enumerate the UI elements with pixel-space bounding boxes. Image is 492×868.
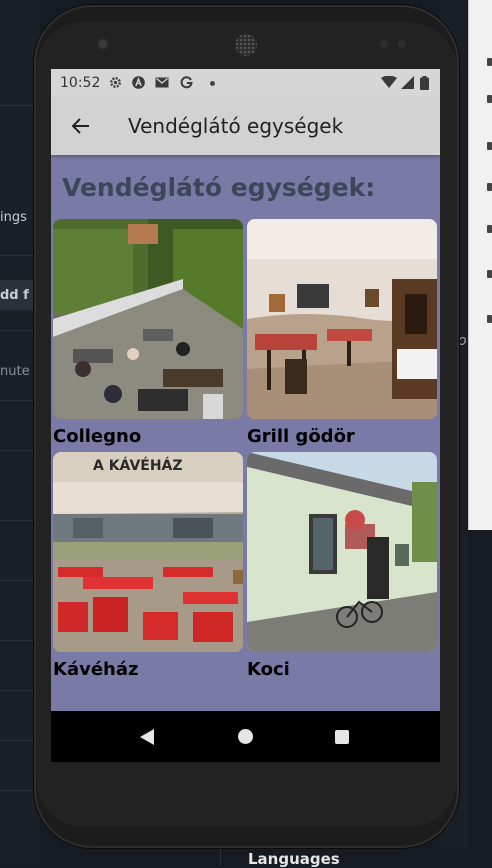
g-icon — [180, 76, 193, 89]
place-photo[interactable] — [247, 219, 437, 419]
ide-panel-icon[interactable] — [487, 315, 492, 323]
place-name: Koci — [247, 659, 290, 680]
front-camera — [97, 38, 109, 50]
ide-right-panel — [468, 0, 492, 530]
proximity-sensor — [380, 40, 388, 48]
kavehaz-terrace-photo — [53, 452, 243, 652]
navigation-bar — [51, 711, 440, 762]
gear-icon — [109, 76, 122, 89]
status-time: 10:52 — [60, 75, 101, 91]
nav-home-icon[interactable] — [238, 729, 253, 744]
nav-back-icon[interactable] — [140, 729, 154, 745]
a-circle-icon — [132, 76, 145, 89]
ide-panel-icon[interactable] — [487, 270, 492, 278]
earpiece-speaker — [235, 34, 257, 56]
ide-panel-icon[interactable] — [487, 183, 492, 191]
ide-panel-icon[interactable] — [487, 225, 492, 233]
device-screen: 10:52 Vendéglátó egységek Vendéglátó egy… — [51, 69, 440, 762]
app-bar-title: Vendéglátó egységek — [128, 114, 344, 138]
grill-godor-interior-photo — [247, 219, 437, 419]
arrow-back-icon[interactable] — [69, 114, 93, 138]
place-photo[interactable]: A KÁVÉHÁZ — [53, 452, 243, 652]
ide-panel-icon[interactable] — [487, 142, 492, 150]
signal-icon — [401, 76, 414, 89]
place-photo[interactable] — [53, 219, 243, 419]
collegno-terrace-photo — [53, 219, 243, 419]
ide-panel-icon[interactable] — [487, 58, 492, 66]
app-bar: Vendéglátó egységek — [51, 97, 440, 155]
ide-languages-label: Languages — [248, 850, 340, 868]
ide-panel-icon[interactable] — [487, 95, 492, 103]
dot-icon — [210, 81, 215, 86]
wifi-icon — [381, 75, 397, 89]
battery-icon — [420, 76, 429, 90]
kavehaz-sign-text: A KÁVÉHÁZ — [93, 458, 183, 474]
place-name: Grill gödör — [247, 426, 355, 447]
ide-settings-text: ings — [0, 210, 27, 225]
place-photo[interactable] — [247, 452, 437, 652]
light-sensor — [398, 40, 406, 48]
ide-add-text: dd f — [0, 288, 29, 303]
place-name: Kávéház — [53, 659, 139, 680]
mail-icon — [155, 76, 169, 89]
place-name: Collegno — [53, 426, 142, 447]
ide-minute-text: nute — [0, 364, 30, 379]
status-bar: 10:52 — [51, 69, 440, 97]
page-heading: Vendéglátó egységek: — [62, 173, 376, 202]
koci-building-photo — [247, 452, 437, 652]
nav-recents-icon[interactable] — [335, 730, 349, 744]
ide-right-glyph: o — [458, 333, 467, 349]
